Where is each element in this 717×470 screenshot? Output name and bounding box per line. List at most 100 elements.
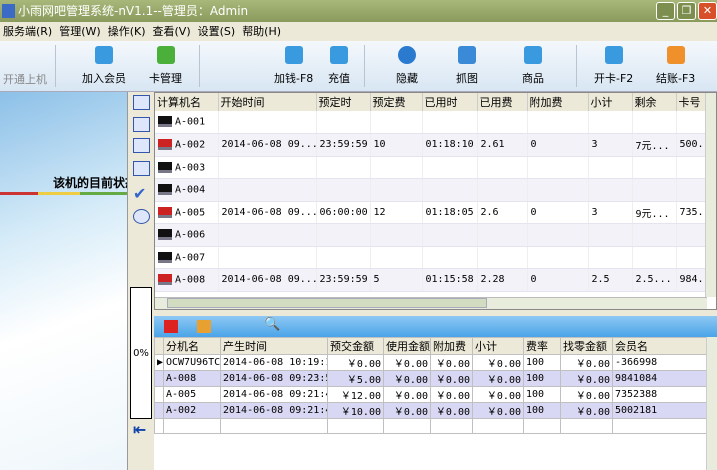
open-card-button[interactable]: 开卡-F2 [594,46,633,86]
table-cell [370,246,423,269]
cell-text: 2.61 [480,139,505,151]
column-header[interactable]: 小计 [588,93,633,111]
card-manage-button[interactable]: 卡管理 [149,46,182,86]
button-label: 隐藏 [396,72,418,85]
table-row[interactable]: A-006 [155,223,708,247]
table-row[interactable]: A-007 [155,246,708,269]
vertical-scrollbar[interactable] [706,337,717,470]
column-header[interactable]: 分机名 [163,337,221,355]
table-row[interactable]: A-008 2014-06-08 09:23:54 ￥5.00 ￥0.00 ￥0.00 ￥… [154,370,708,387]
table-cell [632,246,677,269]
goods-button[interactable]: 商品 [522,46,544,86]
column-header[interactable]: 开始时间 [218,93,317,111]
table-cell [477,178,528,202]
add-member-button[interactable]: 加入会员 [82,46,126,86]
cell-text: 3 [591,206,598,218]
check-icon[interactable]: ✔ [133,184,146,203]
table-row[interactable]: A-003 [155,156,708,179]
column-header[interactable]: 预交金额 [327,337,384,355]
table-cell: A-008 [155,268,219,292]
divider [0,192,127,195]
restore-button[interactable]: ❐ [677,2,696,20]
screenshot-button[interactable]: 抓图 [456,46,478,86]
column-header[interactable]: 计算机名 [155,93,219,111]
minimize-button[interactable]: _ [656,2,675,20]
table-cell: A-003 [155,156,219,179]
table-row[interactable]: A-008 2014-06-08 09... 23:59:59 5 01:15:58 2.… [155,268,708,292]
table-cell: 2.5... [632,268,677,292]
cell-text: 500... [679,139,707,151]
table-cell [477,223,528,247]
column-header[interactable]: 已用费 [477,93,528,111]
table-cell [327,418,384,434]
menu-view[interactable]: 查看(V) [153,22,191,41]
table-row[interactable]: A-001 [155,111,708,134]
column-header[interactable]: 产生时间 [220,337,328,355]
table-row[interactable]: A-004 [155,178,708,202]
cell-text: 9元... [635,208,670,220]
column-header[interactable]: 使用金额 [383,337,431,355]
table-cell: -366998 [612,354,708,371]
vertical-scrollbar[interactable] [705,93,716,297]
table-row[interactable]: ▶ OCW7U96TCW 2014-06-08 10:19:13 ￥0.00 ￥0.00… [154,354,708,371]
clock-icon[interactable] [133,209,150,224]
column-header[interactable]: 已用时 [422,93,478,111]
search-icon[interactable]: 🔍 [264,317,280,332]
record-toolbar: 🔍 [154,316,717,337]
menu-help[interactable]: 帮助(H) [242,22,281,41]
table-row[interactable]: A-005 2014-06-08 09:21:47 ￥12.00 ￥0.00 ￥0.00… [154,386,708,403]
recharge-button[interactable]: 充值 [328,46,350,86]
table-cell: 2014-06-08 09... [218,268,317,292]
column-header[interactable]: 附加费 [430,337,473,355]
row-indicator [154,402,164,419]
print-icon[interactable] [197,320,211,333]
table-cell: 23:59:59 [316,133,371,157]
grid-view-icon[interactable] [133,117,150,132]
column-header[interactable]: 费率 [523,337,561,355]
table-cell [527,111,589,134]
table-cell [220,418,328,434]
table-cell: 5 [370,268,423,292]
hide-button[interactable]: 隐藏 [396,46,418,86]
close-button[interactable]: ✕ [698,2,717,20]
checkout-button[interactable]: 结账-F3 [656,46,695,86]
table-view-icon[interactable] [133,138,150,153]
list-view-icon[interactable] [133,161,150,176]
table-cell: 9841084 [612,370,708,387]
table-row[interactable]: A-005 2014-06-08 09... 06:00:00 12 01:18:05 2… [155,201,708,224]
app-logo-icon [2,4,15,18]
column-header[interactable]: 预定费 [370,93,423,111]
menu-server[interactable]: 服务端(R) [3,22,52,41]
table-row[interactable]: A-002 2014-06-08 09... 23:59:59 10 01:18:10 2… [155,133,708,157]
add-money-button[interactable]: 加钱-F8 [274,46,313,86]
table-cell: ￥0.00 [430,370,473,387]
export-icon[interactable] [164,320,178,333]
column-header[interactable]: 小计 [472,337,524,355]
table-cell [527,246,589,269]
table-cell: 2014-06-08 09... [218,201,317,224]
column-header[interactable]: 会员名 [612,337,708,355]
table-cell [422,178,478,202]
table-cell: ￥0.00 [560,386,613,403]
table-row[interactable]: A-002 2014-06-08 09:21:41 ￥10.00 ￥0.00 ￥0.00… [154,402,708,419]
table-cell [588,111,633,134]
open-session-button[interactable]: 开通上机 [3,71,47,87]
copy-icon[interactable] [133,95,150,110]
table-cell: A-005 [163,386,221,403]
cell-text: 2014-06-08 09... [221,139,316,151]
column-header[interactable]: 找零金额 [560,337,613,355]
column-header[interactable]: 附加费 [527,93,589,111]
cell-text: 01:18:10 [425,139,474,151]
collapse-icon[interactable]: ⇤ [133,420,146,439]
menu-settings[interactable]: 设置(S) [198,22,236,41]
table-cell [676,223,708,247]
horizontal-scrollbar[interactable] [155,297,707,309]
menu-operate[interactable]: 操作(K) [108,22,146,41]
table-cell [218,156,317,179]
column-header[interactable]: 预定时 [316,93,371,111]
column-header[interactable]: 卡号 [676,93,708,111]
menu-manage[interactable]: 管理(W) [59,22,100,41]
column-header[interactable]: 剩余 [632,93,677,111]
table-cell [632,223,677,247]
table-cell [218,178,317,202]
